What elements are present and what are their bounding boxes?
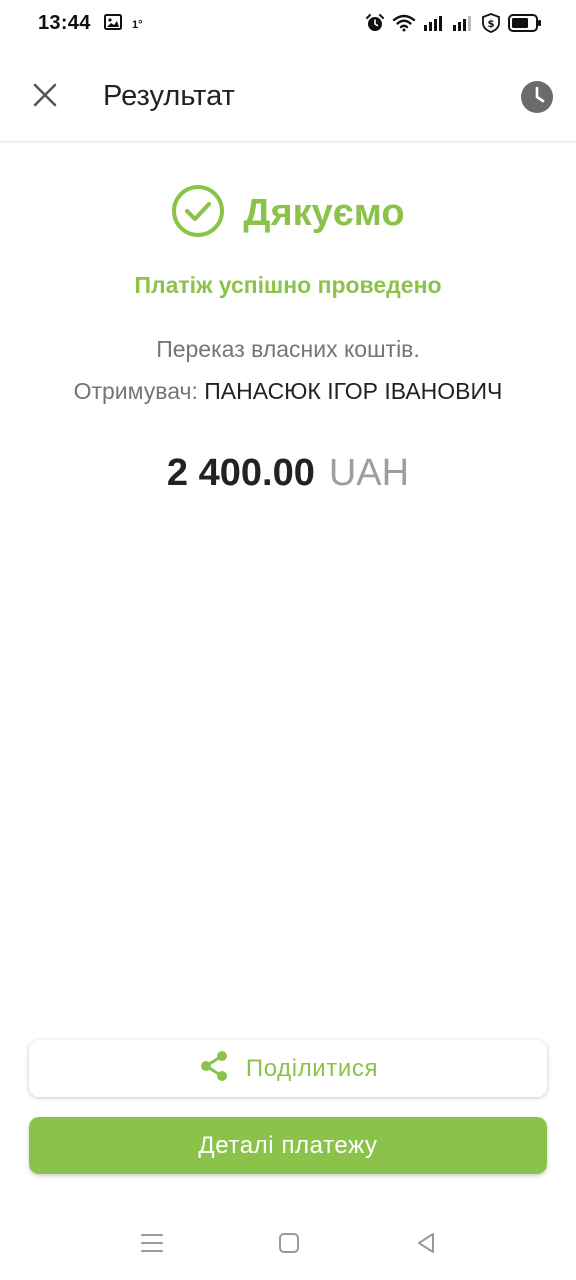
svg-text:$: $ (488, 19, 495, 30)
battery-icon (508, 14, 542, 37)
recipient-label: Отримувач: (73, 378, 198, 404)
amount-value: 2 400.00 (166, 452, 315, 494)
home-button[interactable] (276, 1232, 302, 1258)
wifi-icon (392, 14, 416, 37)
thanks-row: Дякуємо (0, 184, 576, 243)
share-icon (198, 1050, 230, 1087)
app-bar: Результат (0, 52, 576, 142)
signal-icon (423, 15, 445, 36)
signal-2-icon (452, 15, 474, 36)
status-right-icons: $ (365, 13, 542, 38)
status-bar: 13:44 1° $ (0, 0, 576, 52)
amount-currency: UAH (328, 452, 410, 494)
status-time: 13:44 (38, 12, 91, 34)
recent-apps-button[interactable] (139, 1232, 165, 1258)
shield-dollar-icon: $ (481, 13, 501, 38)
payment-details-button[interactable]: Деталі платежу (29, 1117, 547, 1174)
share-label: Поділитися (245, 1054, 379, 1082)
close-icon (32, 82, 58, 113)
recipient-name: ПАНАСЮК ІГОР ІВАНОВИЧ (204, 378, 503, 404)
history-button[interactable] (520, 80, 554, 114)
back-icon (414, 1231, 438, 1260)
system-nav-bar (0, 1210, 576, 1280)
status-left-icons: 1° (104, 14, 143, 35)
page-title: Результат (103, 80, 235, 112)
alarm-icon (365, 13, 385, 38)
amount-row: 2 400.00 UAH (0, 452, 576, 495)
success-message: Платіж успішно проведено (134, 272, 442, 298)
transfer-description: Переказ власних коштів. (156, 336, 420, 362)
close-button[interactable] (26, 78, 64, 116)
thanks-heading: Дякуємо (243, 192, 405, 234)
check-circle-icon (171, 184, 225, 243)
clock-icon (520, 81, 554, 118)
payment-details-label: Деталі платежу (198, 1131, 378, 1159)
recipient-row: Отримувач: ПАНАСЮК ІГОР ІВАНОВИЧ (0, 378, 576, 405)
menu-icon (140, 1232, 164, 1259)
share-button[interactable]: Поділитися (29, 1040, 547, 1097)
back-button[interactable] (413, 1232, 439, 1258)
temperature-text: 1° (132, 18, 143, 31)
home-icon (277, 1231, 301, 1260)
gallery-icon (104, 14, 122, 35)
